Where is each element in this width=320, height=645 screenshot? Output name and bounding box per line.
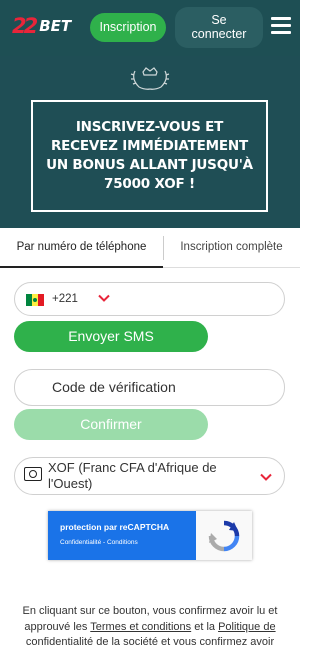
login-button-label-line1: Se <box>211 13 227 27</box>
promo-box: INSCRIVEZ-VOUS ET RECEVEZ IMMÉDIATEMENT … <box>31 100 268 212</box>
phone-number-field[interactable]: +221 <box>14 282 285 316</box>
recaptcha-title: protection par reCAPTCHA <box>60 522 170 532</box>
senegal-flag-icon[interactable] <box>26 294 44 306</box>
chevron-down-icon[interactable] <box>259 470 273 484</box>
currency-selected-value: XOF (Franc CFA d'Afrique de l'Ouest) <box>48 460 217 491</box>
recaptcha-links: Confidentialité - Conditions <box>60 539 138 546</box>
currency-select[interactable]: XOF (Franc CFA d'Afrique de l'Ouest) <box>14 457 285 495</box>
recaptcha-privacy-link[interactable]: Confidentialité <box>60 539 101 546</box>
logo-mark: 22 <box>12 14 38 38</box>
promo-text: INSCRIVEZ-VOUS ET RECEVEZ IMMÉDIATEMENT … <box>46 119 253 192</box>
tab-phone-number[interactable]: Par numéro de téléphone <box>0 228 163 268</box>
promo-banner: INSCRIVEZ-VOUS ET RECEVEZ IMMÉDIATEMENT … <box>0 56 300 228</box>
chevron-down-icon[interactable] <box>97 291 111 305</box>
laurel-crown-icon <box>130 67 170 90</box>
brand-logo[interactable]: 22 BET <box>12 14 71 38</box>
inscription-button[interactable]: Inscription <box>90 13 166 42</box>
recaptcha-logo-icon <box>208 520 240 552</box>
tab-full-registration[interactable]: Inscription complète <box>163 228 300 268</box>
recaptcha-terms-link[interactable]: Conditions <box>107 539 138 546</box>
dial-code[interactable]: +221 <box>52 293 78 305</box>
recaptcha-badge: protection par reCAPTCHA Confidentialité… <box>48 511 252 560</box>
top-header: 22 BET Inscription Se connecter <box>0 0 300 56</box>
logo-text: BET <box>39 17 72 35</box>
recaptcha-panel: protection par reCAPTCHA Confidentialité… <box>48 511 196 560</box>
disclaimer-text: et la <box>191 620 219 633</box>
login-button-label-line2: connecter <box>191 27 247 41</box>
disclaimer-text: et vous confirmez avoir <box>157 636 275 645</box>
verification-code-input[interactable]: Code de vérification <box>14 369 285 406</box>
terms-link[interactable]: Termes et conditions <box>90 621 191 633</box>
send-sms-button[interactable]: Envoyer SMS <box>14 321 208 352</box>
currency-banknote-icon <box>24 467 42 481</box>
confirm-button[interactable]: Confirmer <box>14 409 208 440</box>
terms-disclaimer: En cliquant sur ce bouton, vous confirme… <box>8 604 292 645</box>
login-button[interactable]: Se connecter <box>175 7 263 48</box>
hamburger-menu-icon[interactable] <box>271 17 291 34</box>
registration-tabs: Par numéro de téléphone Inscription comp… <box>0 228 300 268</box>
